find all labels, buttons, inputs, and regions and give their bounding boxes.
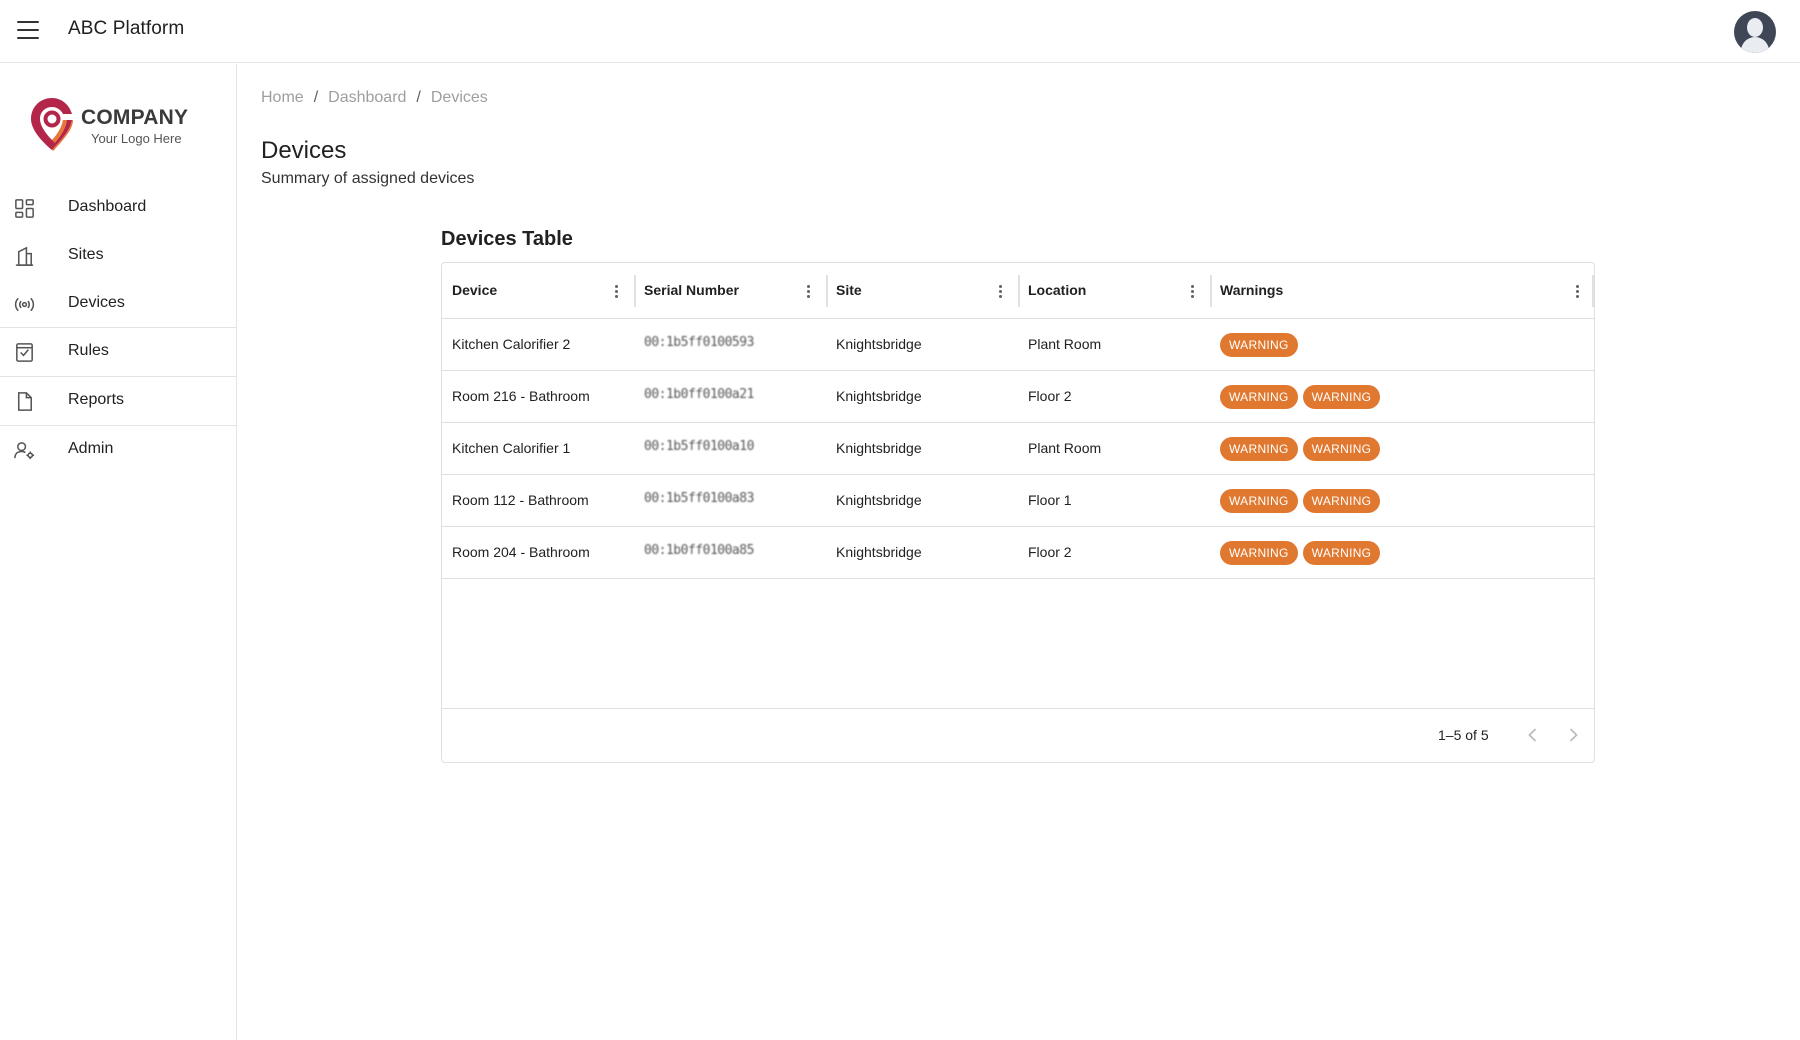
more-vertical-icon[interactable] xyxy=(994,282,1006,300)
table-row[interactable]: Room 216 - Bathroom 00:1b0ff0100a21 Knig… xyxy=(442,371,1594,423)
sidebar: COMPANY Your Logo Here Dashboard Sites D… xyxy=(0,64,237,1040)
more-vertical-icon[interactable] xyxy=(1186,282,1198,300)
column-header-warnings[interactable]: Warnings xyxy=(1210,263,1594,319)
sidebar-item-devices[interactable]: Devices xyxy=(0,280,236,328)
serial-number-cell: 00:1b5ff0100a83 xyxy=(644,491,754,506)
warning-badge[interactable]: WARNING xyxy=(1220,385,1298,409)
breadcrumb-separator: / xyxy=(416,89,421,106)
broadcast-signal-icon xyxy=(13,293,36,316)
breadcrumb-separator: / xyxy=(313,89,319,106)
warnings-cell: WARNING WARNING xyxy=(1220,437,1381,461)
sidebar-item-label: Sites xyxy=(68,246,104,263)
table-row[interactable]: Room 112 - Bathroom 00:1b5ff0100a83 Knig… xyxy=(442,475,1594,527)
table-header: Device Serial Number Site Location Warni… xyxy=(442,263,1594,319)
serial-number-cell: 00:1b0ff0100a85 xyxy=(644,543,754,558)
location-cell: Floor 2 xyxy=(1028,388,1072,404)
breadcrumb-home[interactable]: Home xyxy=(261,89,304,107)
site-cell: Knightsbridge xyxy=(836,440,922,456)
column-header-label: Warnings xyxy=(1220,282,1284,298)
breadcrumb-current: Devices xyxy=(430,89,488,106)
company-logo: COMPANY Your Logo Here xyxy=(29,96,209,156)
device-name-cell: Room 204 - Bathroom xyxy=(452,544,590,560)
checklist-icon xyxy=(13,341,36,364)
location-pin-logo-icon xyxy=(31,98,73,151)
sidebar-item-dashboard[interactable]: Dashboard xyxy=(0,184,236,232)
device-name-cell: Kitchen Calorifier 2 xyxy=(452,336,571,352)
warning-badge[interactable]: WARNING xyxy=(1302,541,1381,565)
warning-badge[interactable]: WARNING xyxy=(1220,541,1298,565)
more-vertical-icon[interactable] xyxy=(802,282,814,300)
serial-number-cell: 00:1b5ff0100a10 xyxy=(644,439,754,454)
sidebar-item-label: Rules xyxy=(68,342,109,359)
column-header-label: Site xyxy=(836,282,862,298)
sidebar-item-sites[interactable]: Sites xyxy=(0,232,236,280)
chevron-right-icon[interactable] xyxy=(1561,723,1585,747)
app-bar: ABC Platform xyxy=(0,0,1800,63)
chevron-left-icon[interactable] xyxy=(1521,723,1545,747)
warning-badge[interactable]: WARNING xyxy=(1220,333,1298,357)
column-header-label: Device xyxy=(452,282,498,298)
warnings-cell: WARNING xyxy=(1220,333,1298,357)
device-name-cell: Room 216 - Bathroom xyxy=(452,388,590,404)
warning-badge[interactable]: WARNING xyxy=(1220,437,1298,461)
serial-number-cell: 00:1b0ff0100a21 xyxy=(644,387,754,402)
logo-wordmark: COMPANY xyxy=(81,106,189,129)
sidebar-item-admin[interactable]: Admin xyxy=(0,426,236,474)
warnings-cell: WARNING WARNING xyxy=(1220,489,1381,513)
column-header-device[interactable]: Device xyxy=(442,263,634,319)
devices-table: Device Serial Number Site Location Warni… xyxy=(441,262,1595,763)
site-cell: Knightsbridge xyxy=(836,388,922,404)
user-settings-icon xyxy=(13,439,36,462)
hamburger-menu-icon[interactable] xyxy=(17,21,39,39)
warning-badge[interactable]: WARNING xyxy=(1302,437,1381,461)
location-cell: Floor 1 xyxy=(1028,492,1072,508)
sidebar-item-label: Devices xyxy=(68,294,125,311)
page-title: Devices xyxy=(261,137,347,164)
table-row[interactable]: Kitchen Calorifier 1 00:1b5ff0100a10 Kni… xyxy=(442,423,1594,475)
logo-tagline: Your Logo Here xyxy=(91,131,182,146)
sidebar-nav: Dashboard Sites Devices Rules Reports Ad… xyxy=(0,184,236,474)
table-row[interactable]: Room 204 - Bathroom 00:1b0ff0100a85 Knig… xyxy=(442,527,1594,579)
device-name-cell: Room 112 - Bathroom xyxy=(452,492,589,508)
warning-badge[interactable]: WARNING xyxy=(1220,489,1298,513)
table-title: Devices Table xyxy=(441,228,573,250)
document-icon xyxy=(13,390,36,413)
table-pagination: 1–5 of 5 xyxy=(442,708,1594,762)
building-icon xyxy=(13,245,36,268)
sidebar-item-label: Admin xyxy=(68,440,114,457)
pagination-range: 1–5 of 5 xyxy=(1438,727,1489,743)
warning-badge[interactable]: WARNING xyxy=(1302,385,1381,409)
more-vertical-icon[interactable] xyxy=(610,282,622,300)
column-header-label: Location xyxy=(1028,282,1087,298)
warnings-cell: WARNING WARNING xyxy=(1220,541,1381,565)
page-subtitle: Summary of assigned devices xyxy=(261,170,475,187)
user-avatar-icon[interactable] xyxy=(1734,11,1776,53)
site-cell: Knightsbridge xyxy=(836,544,922,560)
location-cell: Floor 2 xyxy=(1028,544,1072,560)
column-header-serial-number[interactable]: Serial Number xyxy=(634,263,826,319)
breadcrumb-dashboard[interactable]: Dashboard xyxy=(328,89,406,107)
table-row[interactable]: Kitchen Calorifier 2 00:1b5ff0100593 Kni… xyxy=(442,319,1594,371)
device-name-cell: Kitchen Calorifier 1 xyxy=(452,440,571,456)
column-header-label: Serial Number xyxy=(644,282,739,298)
column-header-location[interactable]: Location xyxy=(1018,263,1210,319)
site-cell: Knightsbridge xyxy=(836,336,922,352)
dashboard-grid-icon xyxy=(13,197,36,220)
location-cell: Plant Room xyxy=(1028,336,1102,352)
location-cell: Plant Room xyxy=(1028,440,1102,456)
serial-number-cell: 00:1b5ff0100593 xyxy=(644,335,754,350)
column-header-site[interactable]: Site xyxy=(826,263,1018,319)
warnings-cell: WARNING WARNING xyxy=(1220,385,1381,409)
more-vertical-icon[interactable] xyxy=(1571,282,1583,300)
sidebar-item-label: Reports xyxy=(68,391,125,408)
sidebar-item-label: Dashboard xyxy=(68,198,147,215)
app-title: ABC Platform xyxy=(68,18,185,39)
column-resize-handle[interactable] xyxy=(1592,275,1594,307)
sidebar-item-rules[interactable]: Rules xyxy=(0,328,236,377)
site-cell: Knightsbridge xyxy=(836,492,922,508)
warning-badge[interactable]: WARNING xyxy=(1302,489,1381,513)
breadcrumb: Home / Dashboard / Devices xyxy=(261,89,488,107)
sidebar-item-reports[interactable]: Reports xyxy=(0,377,236,426)
